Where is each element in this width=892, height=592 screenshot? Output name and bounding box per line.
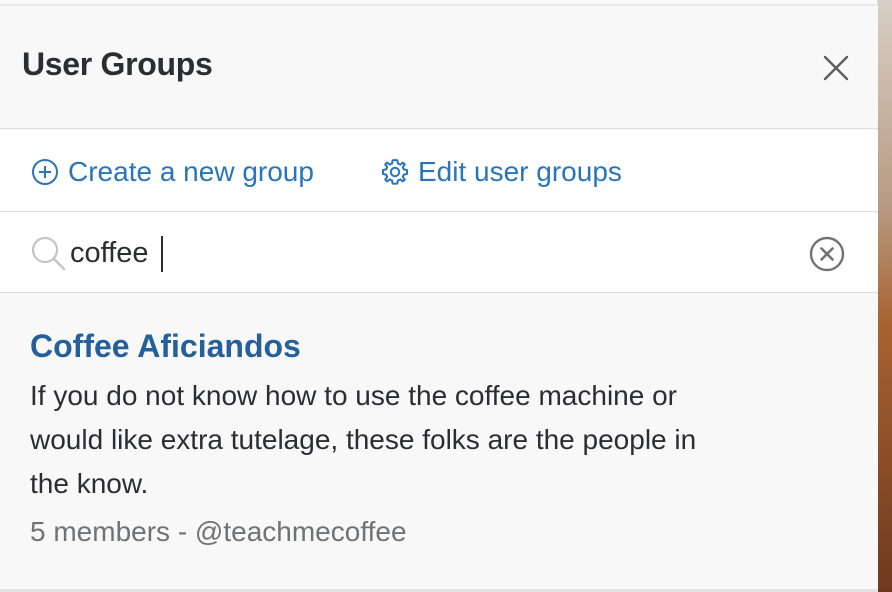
edit-user-groups-label: Edit user groups <box>418 156 622 187</box>
panel-title: User Groups <box>22 46 213 82</box>
group-meta: 5 members - @teachmecoffee <box>30 516 407 547</box>
gear-icon <box>380 157 410 187</box>
text-caret <box>161 236 163 272</box>
search-bar <box>0 213 878 293</box>
group-description: If you do not know how to use the coffee… <box>30 380 697 499</box>
plus-circle-icon <box>30 157 60 187</box>
edit-user-groups-button[interactable]: Edit user groups <box>380 154 622 190</box>
group-name-link[interactable]: Coffee Aficiandos <box>30 328 301 365</box>
close-icon <box>823 55 849 81</box>
search-input[interactable] <box>70 231 790 275</box>
actions-bar: Create a new group Edit user groups <box>0 130 878 212</box>
create-group-label: Create a new group <box>68 156 314 187</box>
create-group-button[interactable]: Create a new group <box>30 154 314 190</box>
panel-header: User Groups <box>0 6 878 129</box>
background-edge <box>878 0 892 592</box>
user-groups-panel: User Groups Create a new group Edit user… <box>0 0 878 592</box>
close-button[interactable] <box>812 48 860 88</box>
search-icon <box>31 236 66 271</box>
results-list: Coffee Aficiandos If you do not know how… <box>0 294 878 592</box>
clear-search-button[interactable] <box>807 234 847 274</box>
